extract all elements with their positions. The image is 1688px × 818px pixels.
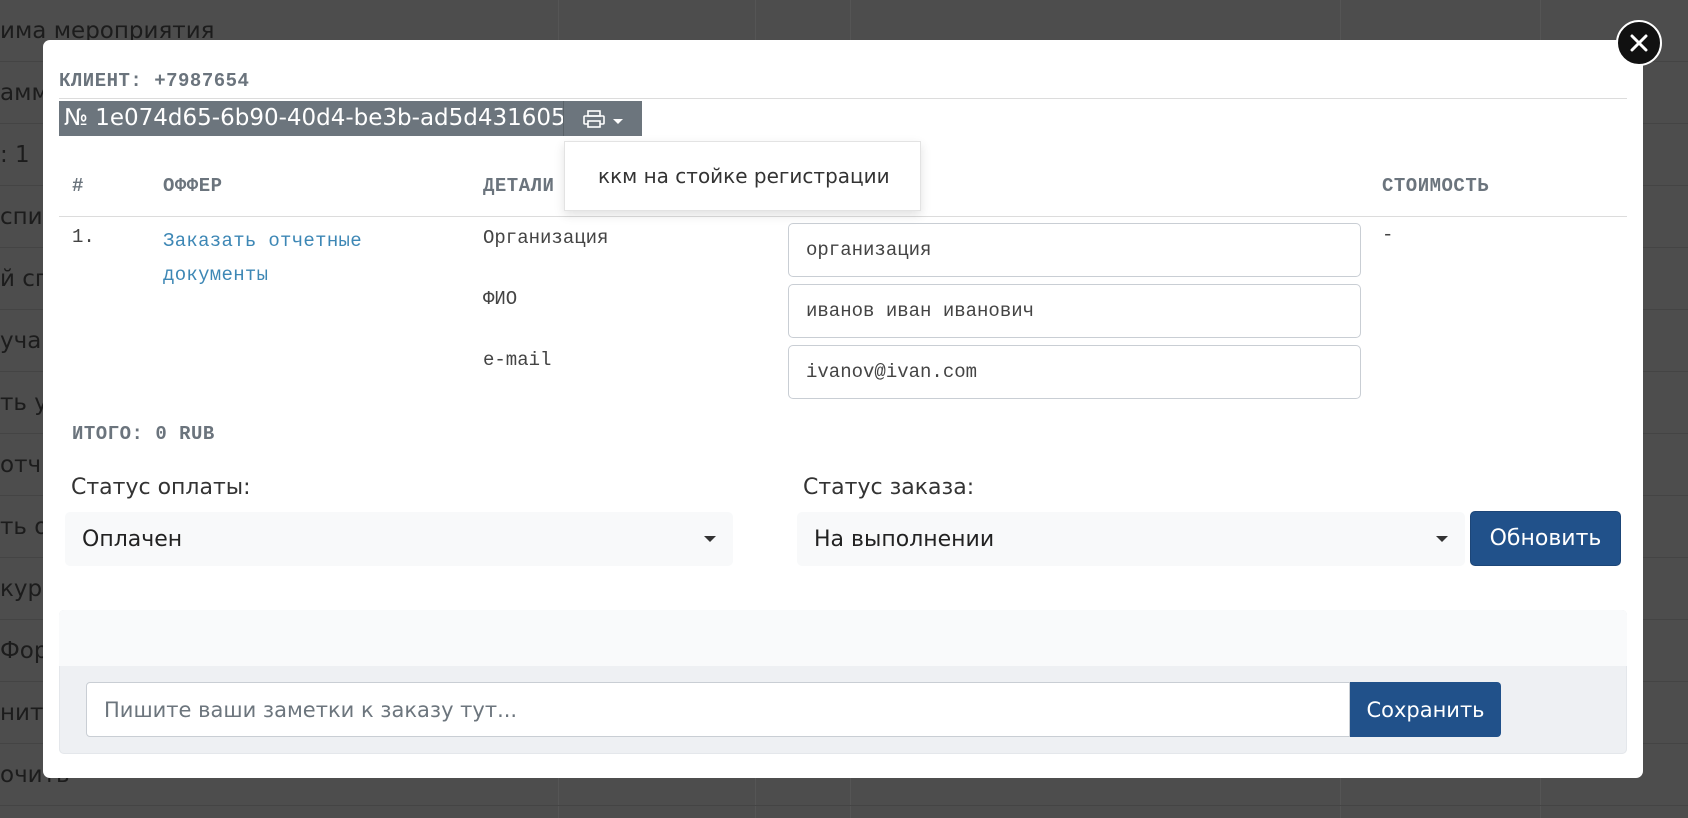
fio-field[interactable] xyxy=(788,284,1361,338)
update-button[interactable]: Обновить xyxy=(1470,511,1621,566)
detail-label-fio: ФИО xyxy=(483,288,518,310)
payment-status-select[interactable]: Оплачен xyxy=(65,512,733,566)
print-dropdown-button[interactable] xyxy=(563,101,642,136)
offer-cost: - xyxy=(1382,224,1394,246)
offer-link[interactable]: Заказать отчетные документы xyxy=(163,224,423,292)
chevron-down-icon xyxy=(613,119,623,124)
order-modal: КЛИЕНТ: +7987654 № 1e074d65-6b90-40d4-be… xyxy=(43,40,1643,778)
detail-label-organization: Организация xyxy=(483,227,609,249)
notes-input[interactable] xyxy=(86,682,1350,737)
bg-row-text: ть о xyxy=(0,514,49,540)
order-status-label: Статус заказа: xyxy=(803,475,975,500)
payment-status-label: Статус оплаты: xyxy=(71,475,251,500)
bg-row-text: Фор xyxy=(0,638,49,664)
bg-row-text: : 1 xyxy=(0,142,30,168)
col-header-details: ДЕТАЛИ xyxy=(483,175,555,197)
notes-panel: Сохранить xyxy=(59,610,1627,754)
payment-status-value: Оплачен xyxy=(82,526,183,552)
email-field[interactable] xyxy=(788,345,1361,399)
save-notes-button[interactable]: Сохранить xyxy=(1350,682,1501,737)
detail-label-email: e-mail xyxy=(483,349,552,371)
organization-field[interactable] xyxy=(788,223,1361,277)
chevron-down-icon xyxy=(1436,536,1448,542)
print-dropdown-menu: ккм на стойке регистрации xyxy=(564,141,921,211)
bg-row-text: спи xyxy=(0,204,43,230)
client-phone: КЛИЕНТ: +7987654 xyxy=(59,70,1627,99)
row-number: 1. xyxy=(72,226,95,248)
col-header-cost: СТОИМОСТЬ xyxy=(1382,175,1490,197)
close-modal-button[interactable] xyxy=(1616,20,1662,66)
table-header-divider xyxy=(59,216,1627,217)
order-status-value: На выполнении xyxy=(814,526,995,552)
col-header-number: # xyxy=(72,175,84,197)
close-icon xyxy=(1630,34,1648,52)
order-total: ИТОГО: 0 RUB xyxy=(72,423,215,445)
order-status-select[interactable]: На выполнении xyxy=(797,512,1465,566)
col-header-offer: ОФФЕР xyxy=(163,175,223,197)
notes-panel-header xyxy=(59,610,1627,666)
chevron-down-icon xyxy=(704,536,716,542)
dropdown-item-kkm[interactable]: ккм на стойке регистрации xyxy=(598,164,890,188)
bg-row-text: ть у xyxy=(0,390,48,416)
order-number-badge: № 1e074d65-6b90-40d4-be3b-ad5d43160571 xyxy=(59,101,600,136)
bg-row-text: амм xyxy=(0,80,49,106)
bg-row-text: отч xyxy=(0,452,42,478)
bg-row-text: уча xyxy=(0,328,42,354)
printer-icon xyxy=(583,109,605,128)
bg-row-text: кур xyxy=(0,576,43,602)
